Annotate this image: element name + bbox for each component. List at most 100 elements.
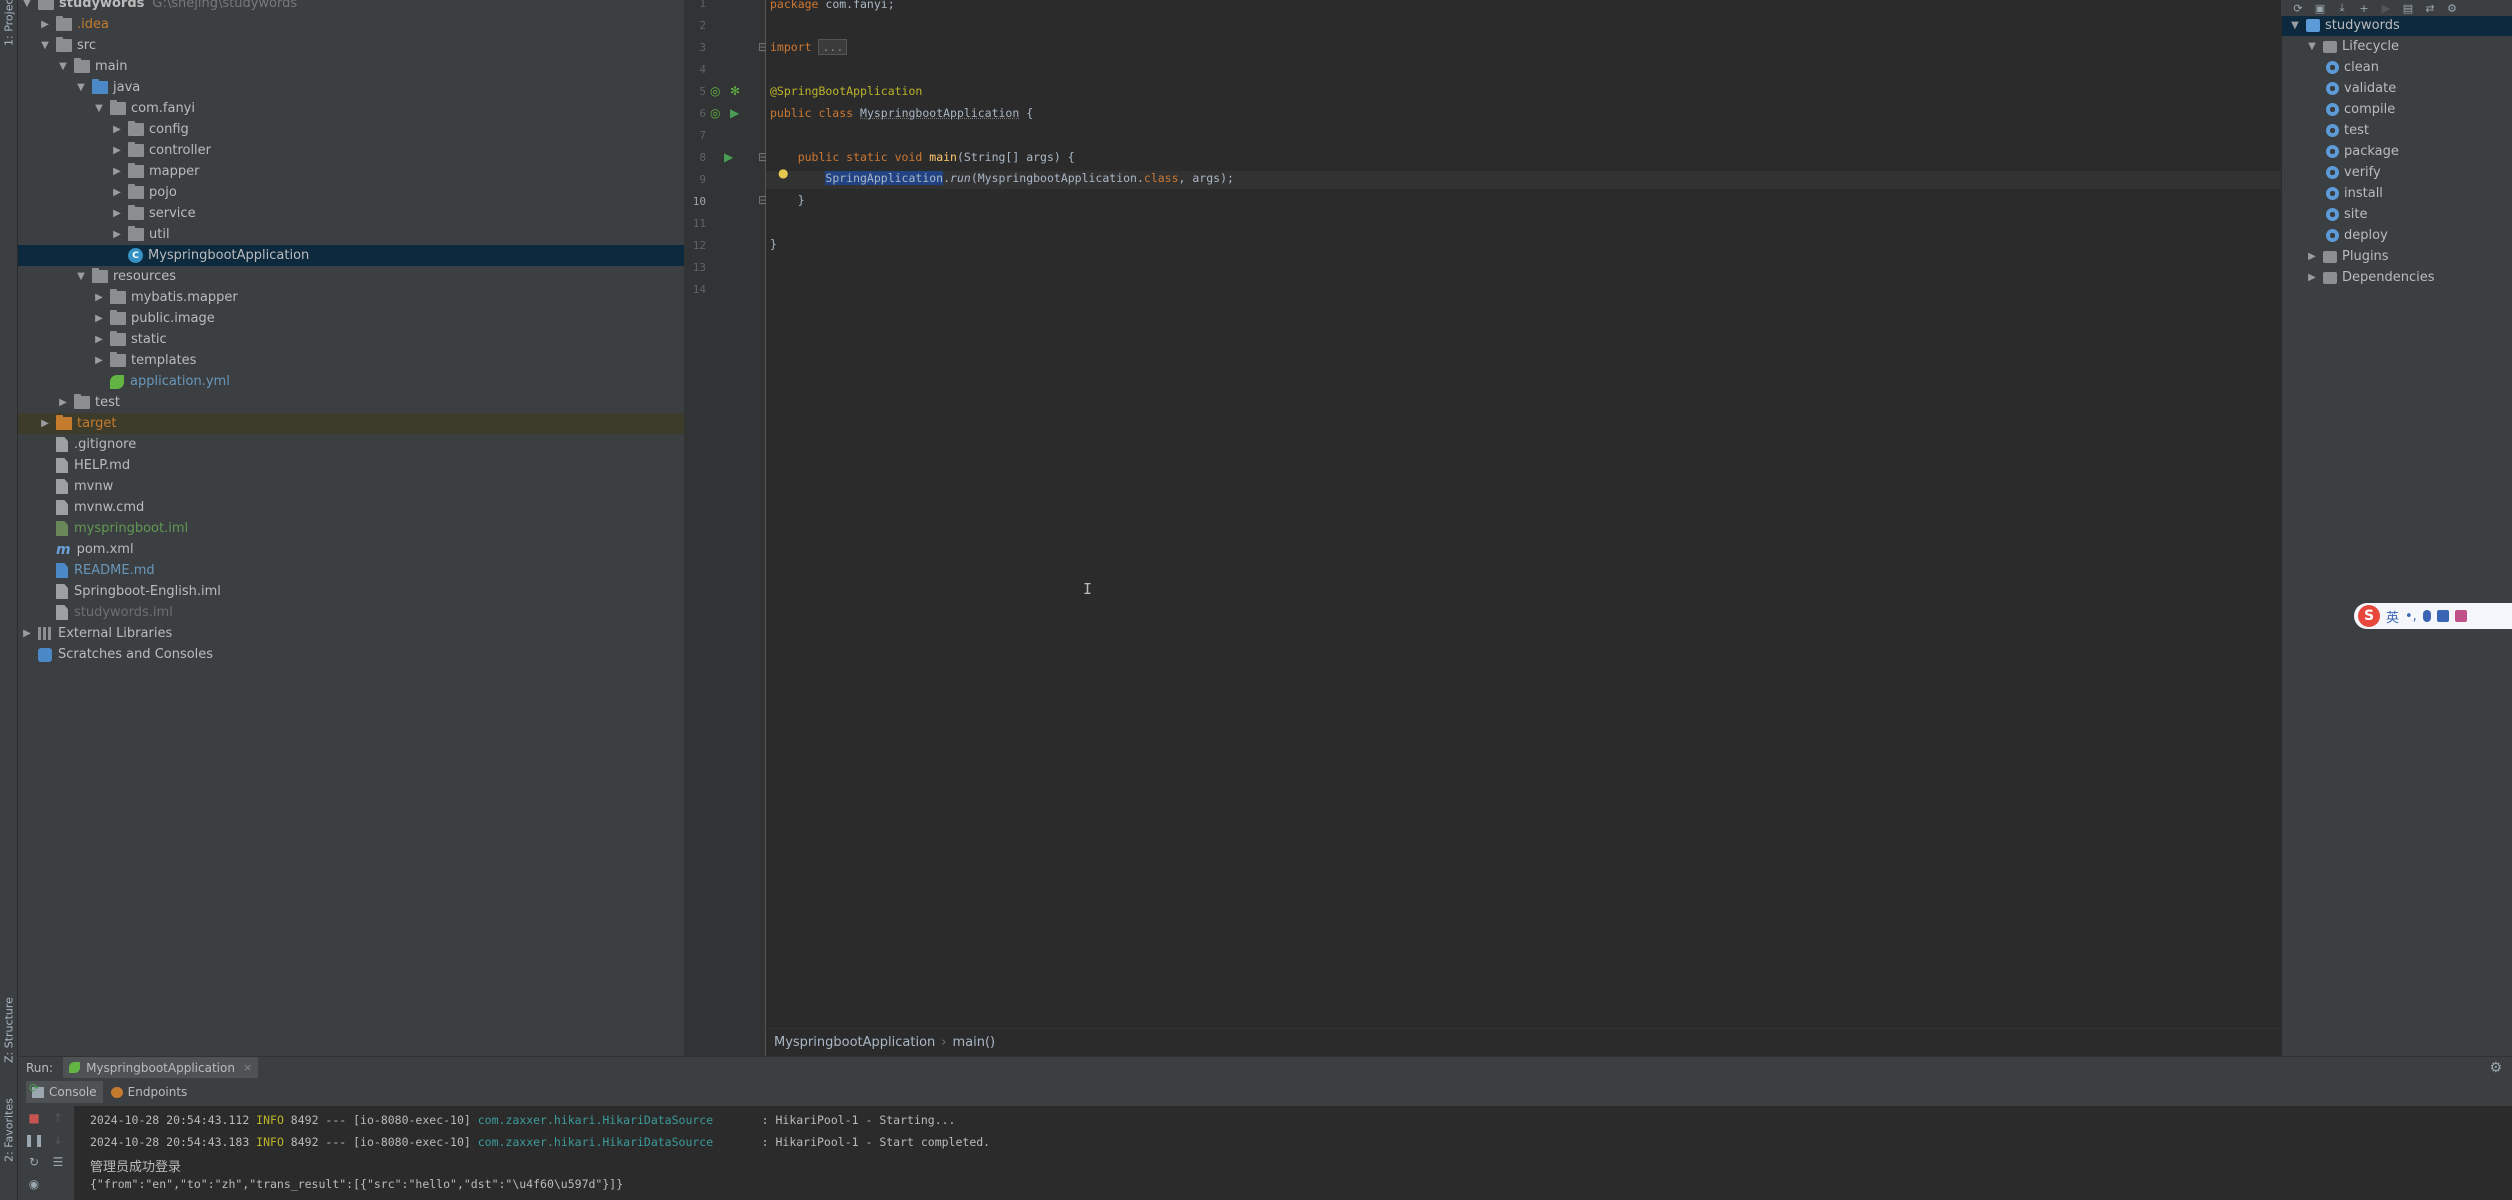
maven-goal[interactable]: test bbox=[2282, 120, 2512, 141]
maven-goal[interactable]: package bbox=[2282, 141, 2512, 162]
favorites-tool-tab[interactable]: 2: Favorites bbox=[1, 1090, 17, 1170]
camera-icon[interactable]: ◉ bbox=[26, 1176, 42, 1192]
microphone-icon[interactable] bbox=[2422, 610, 2431, 622]
toggle-offline-icon[interactable]: ⇄ bbox=[2423, 2, 2437, 15]
chevron-right-icon[interactable]: ▶ bbox=[110, 207, 124, 221]
tree-item[interactable]: ▶ External Libraries bbox=[18, 623, 684, 644]
maven-goal[interactable]: clean bbox=[2282, 57, 2512, 78]
project-tool-tab[interactable]: 1: Project bbox=[1, 0, 17, 46]
tree-item[interactable]: ▶ mapper bbox=[18, 161, 684, 182]
stop-icon[interactable]: ■ bbox=[26, 1110, 42, 1126]
chevron-right-icon[interactable]: ▶ bbox=[2305, 271, 2319, 285]
chevron-right-icon[interactable]: ▶ bbox=[110, 144, 124, 158]
maven-goal[interactable]: compile bbox=[2282, 99, 2512, 120]
maven-node[interactable]: ▼ Lifecycle bbox=[2282, 36, 2512, 57]
spring-bean-icon[interactable]: ◎ bbox=[710, 106, 720, 120]
tree-item[interactable]: ▶ target bbox=[18, 413, 684, 434]
tree-item[interactable]: ▼ com.fanyi bbox=[18, 98, 684, 119]
selected-identifier[interactable]: SpringApplication bbox=[825, 171, 944, 185]
tree-item[interactable]: HELP.md bbox=[18, 455, 684, 476]
tree-item[interactable]: ▶ pojo bbox=[18, 182, 684, 203]
tree-item[interactable]: ▶ config bbox=[18, 119, 684, 140]
tree-item[interactable]: ▶ templates bbox=[18, 350, 684, 371]
chevron-down-icon[interactable]: ▼ bbox=[74, 270, 88, 284]
close-icon[interactable]: × bbox=[243, 1061, 252, 1074]
tab-endpoints[interactable]: Endpoints bbox=[105, 1081, 194, 1103]
tree-item[interactable]: ▶ controller bbox=[18, 140, 684, 161]
tree-item[interactable]: ▼ studywords G:\shejing\studywords bbox=[18, 0, 684, 14]
tree-item[interactable]: m pom.xml bbox=[18, 539, 684, 560]
spring-boot-icon[interactable]: ✻ bbox=[730, 84, 740, 98]
maven-goal[interactable]: deploy bbox=[2282, 225, 2512, 246]
chevron-right-icon[interactable]: ▶ bbox=[92, 312, 106, 326]
reload-icon[interactable]: ⟳ bbox=[2291, 2, 2305, 15]
import-fold[interactable]: ... bbox=[818, 39, 848, 55]
structure-tool-tab[interactable]: Z: Structure bbox=[1, 990, 17, 1070]
add-icon[interactable]: + bbox=[2357, 2, 2371, 15]
chevron-down-icon[interactable]: ▼ bbox=[2305, 40, 2319, 54]
scroll-up-icon[interactable]: ↑ bbox=[50, 1110, 66, 1126]
tree-item[interactable]: README.md bbox=[18, 560, 684, 581]
chevron-right-icon[interactable]: ▶ bbox=[56, 396, 70, 410]
spring-bean-icon[interactable]: ◎ bbox=[710, 84, 720, 98]
tree-item[interactable]: ▶ test bbox=[18, 392, 684, 413]
keyboard-icon[interactable] bbox=[2436, 610, 2449, 622]
chevron-right-icon[interactable]: ▶ bbox=[110, 165, 124, 179]
execute-goal-icon[interactable]: ▤ bbox=[2401, 2, 2415, 15]
maven-goal[interactable]: install bbox=[2282, 183, 2512, 204]
chevron-down-icon[interactable]: ▼ bbox=[20, 0, 34, 11]
maven-node[interactable]: ▶ Dependencies bbox=[2282, 267, 2512, 288]
maven-goal[interactable]: site bbox=[2282, 204, 2512, 225]
chevron-right-icon[interactable]: ▶ bbox=[20, 627, 34, 641]
tree-item[interactable]: Springboot-English.iml bbox=[18, 581, 684, 602]
tree-item[interactable]: ▶ service bbox=[18, 203, 684, 224]
tree-item[interactable]: Scratches and Consoles bbox=[18, 644, 684, 665]
chevron-down-icon[interactable]: ▼ bbox=[2288, 19, 2302, 33]
chevron-down-icon[interactable]: ▼ bbox=[38, 39, 52, 53]
generate-sources-icon[interactable]: ▣ bbox=[2313, 2, 2327, 15]
tree-item[interactable]: myspringboot.iml bbox=[18, 518, 684, 539]
run-maven-icon[interactable]: ▶ bbox=[2379, 2, 2393, 15]
tree-item[interactable]: ▶ util bbox=[18, 224, 684, 245]
tree-item[interactable]: C MyspringbootApplication bbox=[18, 245, 684, 266]
gear-icon[interactable]: ⚙ bbox=[2489, 1060, 2502, 1076]
chevron-right-icon[interactable]: ▶ bbox=[110, 186, 124, 200]
tree-item[interactable]: ▼ src bbox=[18, 35, 684, 56]
maven-node[interactable]: ▶ Plugins bbox=[2282, 246, 2512, 267]
chevron-right-icon[interactable]: ▶ bbox=[110, 123, 124, 137]
run-class-icon[interactable]: ▶ bbox=[730, 106, 739, 120]
ime-language-toggle[interactable]: 英 bbox=[2386, 607, 2399, 626]
restart-icon[interactable]: ↻ bbox=[26, 1154, 42, 1170]
tree-item[interactable]: ▼ main bbox=[18, 56, 684, 77]
code-editor[interactable]: package com.fanyi; import ... @SpringBoo… bbox=[766, 0, 2281, 1028]
chevron-down-icon[interactable]: ▼ bbox=[92, 102, 106, 116]
run-config-tab[interactable]: MyspringbootApplication × bbox=[63, 1056, 259, 1079]
ime-toolbar[interactable]: S 英 •, bbox=[2354, 603, 2512, 629]
breadcrumb-method[interactable]: main() bbox=[952, 1035, 995, 1050]
tree-item[interactable]: application.yml bbox=[18, 371, 684, 392]
tree-item[interactable]: ▶ .idea bbox=[18, 14, 684, 35]
maven-goal[interactable]: validate bbox=[2282, 78, 2512, 99]
tree-item[interactable]: ▶ mybatis.mapper bbox=[18, 287, 684, 308]
rerun-icon[interactable]: ⟳ bbox=[26, 1080, 42, 1096]
tree-item[interactable]: mvnw.cmd bbox=[18, 497, 684, 518]
console-output[interactable]: 2024-10-28 20:54:43.112 INFO 8492 --- [i… bbox=[74, 1106, 2512, 1200]
chevron-right-icon[interactable]: ▶ bbox=[38, 18, 52, 32]
maven-goal[interactable]: verify bbox=[2282, 162, 2512, 183]
chevron-right-icon[interactable]: ▶ bbox=[110, 228, 124, 242]
maven-settings-icon[interactable]: ⚙ bbox=[2445, 2, 2459, 15]
skin-icon[interactable] bbox=[2454, 610, 2467, 622]
tree-item[interactable]: ▼ java bbox=[18, 77, 684, 98]
chevron-down-icon[interactable]: ▼ bbox=[56, 60, 70, 74]
chevron-right-icon[interactable]: ▶ bbox=[92, 333, 106, 347]
lightbulb-icon[interactable]: ● bbox=[778, 166, 788, 180]
download-icon[interactable]: ⤓ bbox=[2335, 1, 2349, 14]
tree-item[interactable]: .gitignore bbox=[18, 434, 684, 455]
run-main-icon[interactable]: ▶ bbox=[724, 150, 733, 164]
chevron-right-icon[interactable]: ▶ bbox=[92, 291, 106, 305]
maven-node[interactable]: ▼ studywords bbox=[2282, 16, 2512, 36]
tree-item[interactable]: ▶ public.image bbox=[18, 308, 684, 329]
scroll-down-icon[interactable]: ↓ bbox=[50, 1132, 66, 1148]
tree-item[interactable]: ▼ resources bbox=[18, 266, 684, 287]
breadcrumb-class[interactable]: MyspringbootApplication bbox=[774, 1035, 935, 1050]
